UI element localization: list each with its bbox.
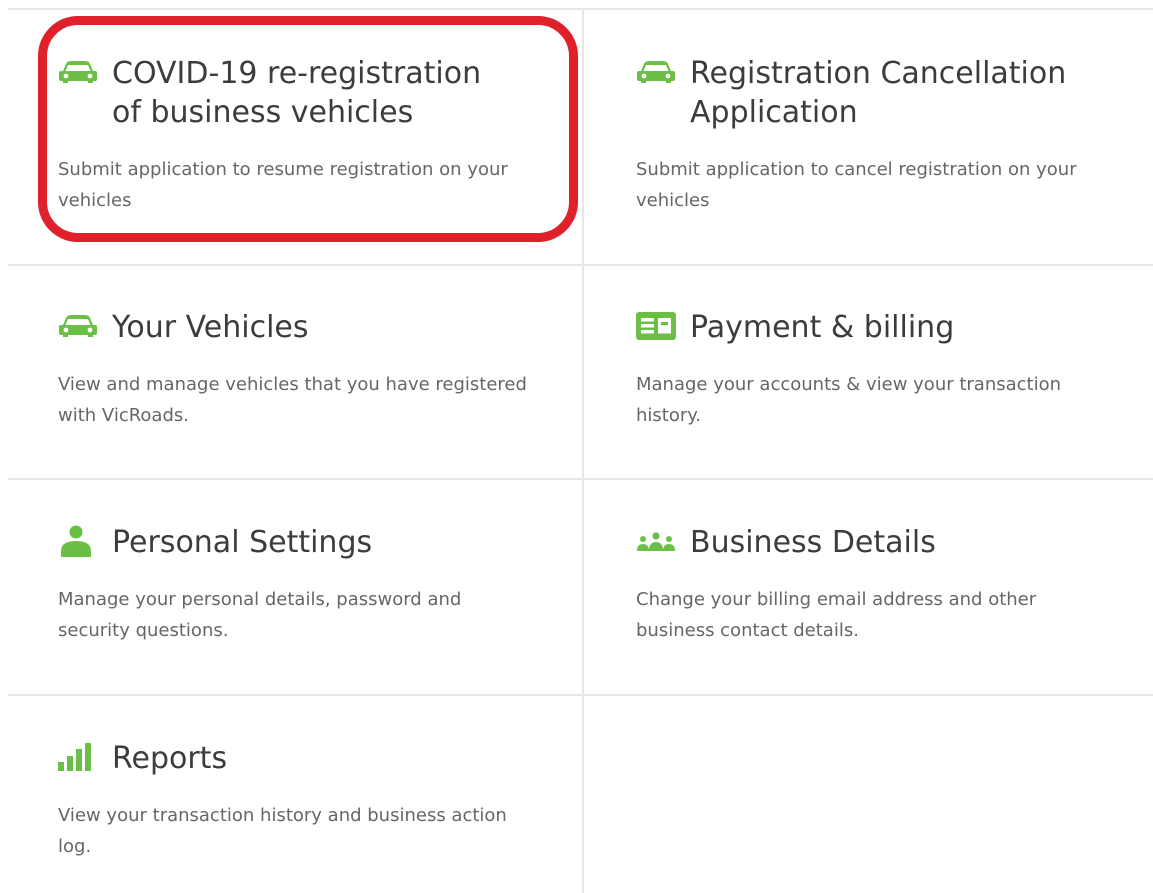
tile-covid-reregistration[interactable]: COVID-19 re-registration of business veh… <box>58 54 598 216</box>
divider-row-3 <box>8 694 1153 696</box>
tile-title[interactable]: Your Vehicles <box>112 308 309 347</box>
tile-payment-billing[interactable]: Payment & billing Manage your accounts &… <box>636 308 1153 431</box>
tile-title[interactable]: Reports <box>112 739 227 778</box>
bar-chart-icon <box>58 743 98 771</box>
tile-registration-cancellation[interactable]: Registration Cancellation Application Su… <box>636 54 1153 216</box>
person-icon <box>58 525 98 557</box>
tile-title[interactable]: Payment & billing <box>690 308 954 347</box>
tile-business-details[interactable]: Business Details Change your billing ema… <box>636 523 1153 646</box>
tile-description: Submit application to cancel registratio… <box>636 159 1077 211</box>
tile-reports[interactable]: Reports View your transaction history an… <box>58 739 598 862</box>
tile-description: View your transaction history and busine… <box>58 805 507 857</box>
tile-description: Change your billing email address and ot… <box>636 589 1037 641</box>
tile-title[interactable]: Personal Settings <box>112 523 372 562</box>
billing-card-icon <box>636 312 676 340</box>
tile-title[interactable]: COVID-19 re-registration of business veh… <box>112 54 481 132</box>
tile-your-vehicles[interactable]: Your Vehicles View and manage vehicles t… <box>58 308 598 431</box>
tile-title[interactable]: Registration Cancellation Application <box>690 54 1066 132</box>
tile-title[interactable]: Business Details <box>690 523 936 562</box>
divider-row-1 <box>8 264 1153 266</box>
tile-description: Manage your personal details, password a… <box>58 589 462 641</box>
divider-top <box>8 8 1153 10</box>
divider-row-2 <box>8 478 1153 480</box>
tile-personal-settings[interactable]: Personal Settings Manage your personal d… <box>58 523 598 646</box>
car-icon <box>58 58 98 86</box>
tile-description: Manage your accounts & view your transac… <box>636 374 1062 426</box>
group-icon <box>636 527 676 555</box>
tile-description: View and manage vehicles that you have r… <box>58 374 527 426</box>
tile-description: Submit application to resume registratio… <box>58 159 508 211</box>
car-icon <box>58 312 98 340</box>
car-icon <box>636 58 676 86</box>
